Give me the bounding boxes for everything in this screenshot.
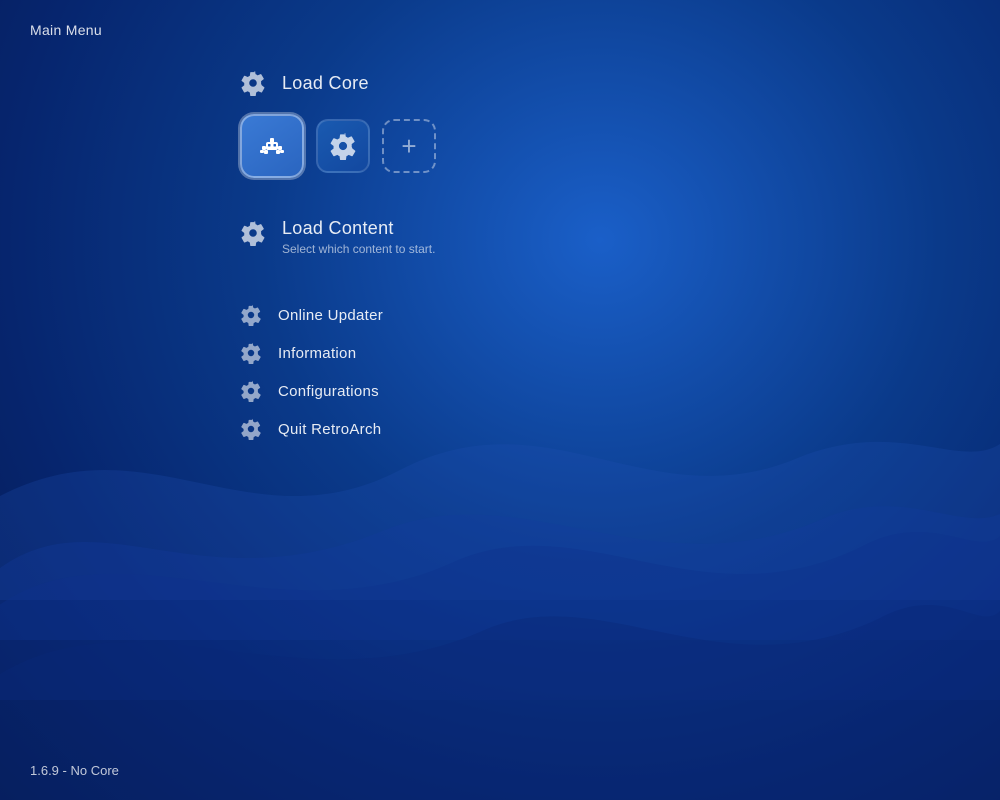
load-content-label: Load Content — [282, 218, 435, 239]
settings-icon — [329, 132, 357, 160]
quit-retroarch-row[interactable]: Quit RetroArch — [240, 410, 740, 448]
load-content-sublabel: Select which content to start. — [282, 242, 435, 256]
information-row[interactable]: Information — [240, 334, 740, 372]
secondary-menu: Online Updater Information Configuration… — [240, 296, 740, 448]
information-label: Information — [278, 345, 356, 362]
main-content: Main Menu Load Core — [0, 0, 1000, 800]
core-icons-row: + — [240, 106, 740, 198]
add-core-icon[interactable]: + — [382, 119, 436, 173]
load-content-icon — [240, 220, 266, 246]
configurations-label: Configurations — [278, 383, 379, 400]
load-core-row[interactable]: Load Core — [240, 60, 740, 106]
settings-core-icon[interactable] — [316, 119, 370, 173]
information-icon — [240, 342, 262, 364]
load-core-icon — [240, 70, 266, 96]
configurations-icon — [240, 380, 262, 402]
online-updater-row[interactable]: Online Updater — [240, 296, 740, 334]
menu-area: Load Core — [240, 60, 740, 448]
online-updater-icon — [240, 304, 262, 326]
load-content-group: Load Content Select which content to sta… — [282, 218, 435, 256]
quit-icon — [240, 418, 262, 440]
load-core-label: Load Core — [282, 73, 369, 94]
configurations-row[interactable]: Configurations — [240, 372, 740, 410]
quit-label: Quit RetroArch — [278, 421, 381, 438]
active-core-icon[interactable] — [240, 114, 304, 178]
version-info: 1.6.9 - No Core — [30, 763, 119, 778]
load-content-row[interactable]: Load Content Select which content to sta… — [240, 208, 740, 266]
online-updater-label: Online Updater — [278, 307, 383, 324]
page-title: Main Menu — [30, 22, 102, 38]
spaceship-icon — [250, 124, 294, 168]
plus-icon: + — [401, 133, 416, 159]
